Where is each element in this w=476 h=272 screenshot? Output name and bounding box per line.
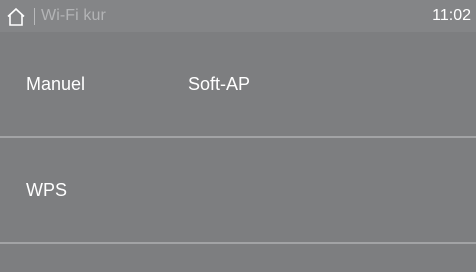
status-bar: Wi-Fi kur 11:02 <box>0 0 476 32</box>
wps-option[interactable]: WPS <box>26 178 67 202</box>
page-title: Wi-Fi kur <box>41 7 106 24</box>
menu-row: WPS <box>0 138 476 242</box>
clock: 11:02 <box>432 7 471 24</box>
title-divider <box>34 8 35 25</box>
home-icon[interactable] <box>6 7 26 27</box>
row-separator <box>0 242 476 244</box>
home-icon-glyph <box>7 7 25 26</box>
manual-option[interactable]: Manuel <box>26 72 85 96</box>
menu-row: Manuel Soft-AP <box>0 32 476 136</box>
wifi-setup-screen: Wi-Fi kur 11:02 Manuel Soft-AP WPS <box>0 0 476 272</box>
soft-ap-option[interactable]: Soft-AP <box>188 72 250 96</box>
